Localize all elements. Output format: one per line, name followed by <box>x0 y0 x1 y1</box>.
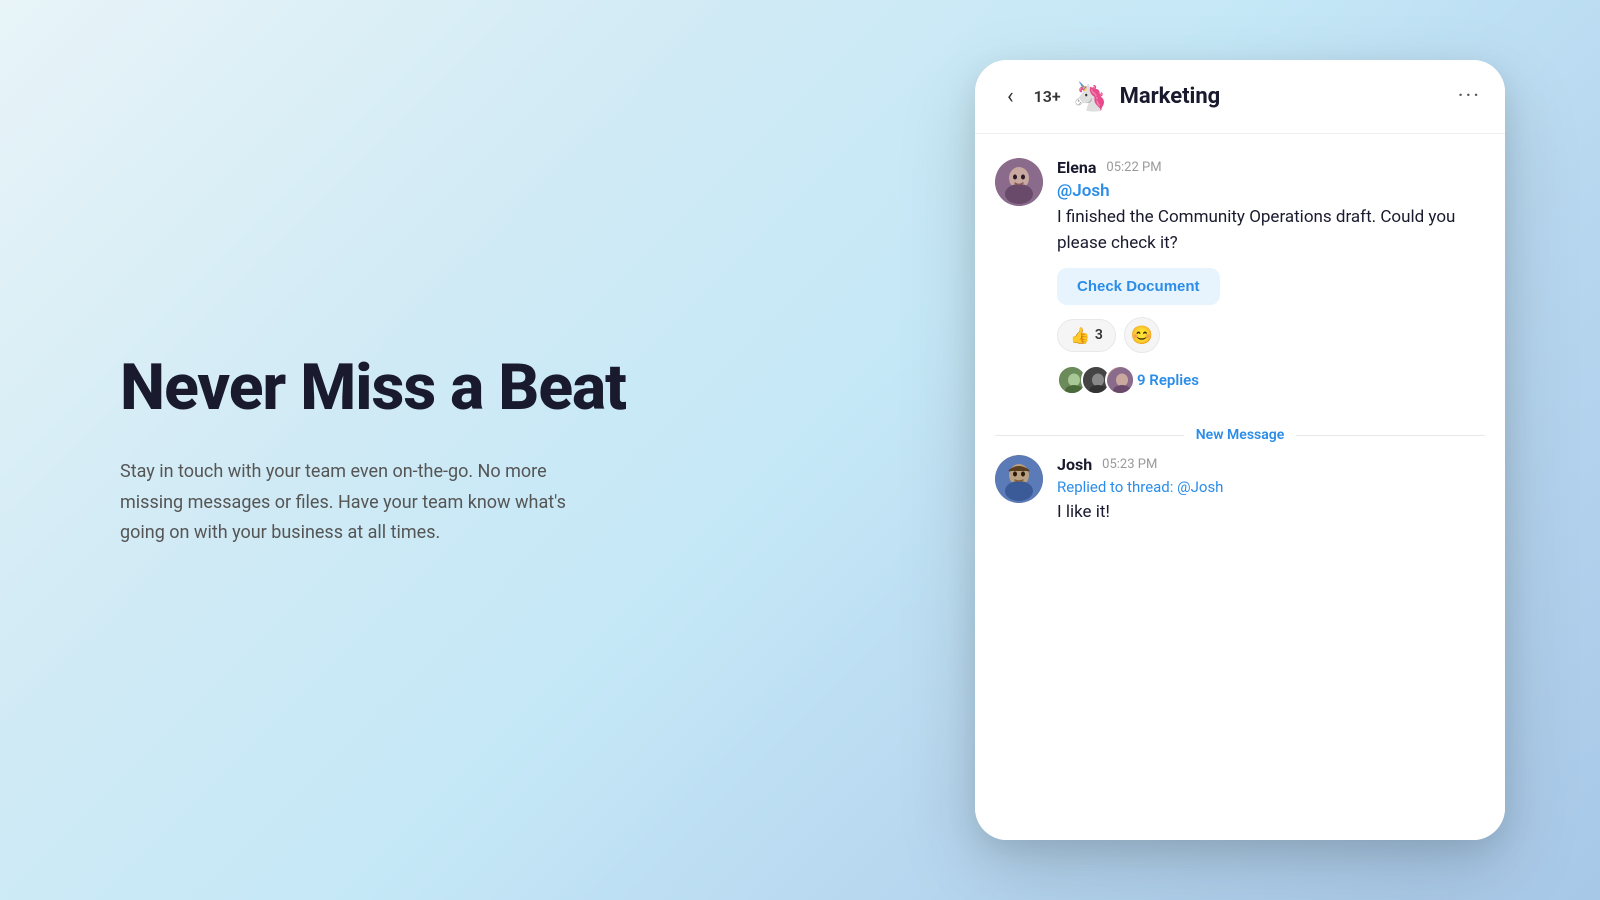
chat-body: Elena 05:22 PM @Josh I finished the Comm… <box>975 134 1505 840</box>
channel-emoji: 🦄 <box>1073 80 1108 113</box>
reply-avatar-3 <box>1105 365 1135 395</box>
josh-message-content: Josh 05:23 PM Replied to thread: @Josh I… <box>1057 455 1485 538</box>
divider-line-right <box>1296 435 1485 436</box>
message-josh: Josh 05:23 PM Replied to thread: @Josh I… <box>975 455 1505 558</box>
phone-mockup-container: ‹ 13+ 🦄 Marketing ··· <box>960 40 1520 860</box>
thumbs-up-reaction[interactable]: 👍 3 <box>1057 319 1116 352</box>
channel-name: Marketing <box>1120 84 1446 109</box>
elena-message-content: Elena 05:22 PM @Josh I finished the Comm… <box>1057 158 1485 395</box>
josh-replied-to: Replied to thread: @Josh <box>1057 478 1485 496</box>
divider-line-left <box>995 435 1184 436</box>
josh-message-meta: Josh 05:23 PM <box>1057 455 1485 474</box>
replied-to-mention: @Josh <box>1177 478 1223 496</box>
elena-mention: @Josh <box>1057 181 1485 201</box>
reaction-row: 👍 3 😊 <box>1057 317 1485 353</box>
phone-mockup: ‹ 13+ 🦄 Marketing ··· <box>975 60 1505 840</box>
add-reaction-icon: 😊 <box>1131 325 1153 346</box>
replied-to-text: Replied to thread: <box>1057 478 1173 496</box>
new-message-label: New Message <box>1196 427 1284 443</box>
replies-link[interactable]: 9 Replies <box>1137 371 1199 389</box>
avatar-elena <box>995 158 1043 206</box>
elena-timestamp: 05:22 PM <box>1106 160 1161 175</box>
chat-header: ‹ 13+ 🦄 Marketing ··· <box>975 60 1505 134</box>
hero-title: Never Miss a Beat <box>120 351 880 425</box>
message-elena: Elena 05:22 PM @Josh I finished the Comm… <box>975 158 1505 415</box>
reply-avatars <box>1057 365 1129 395</box>
avatar-josh <box>995 455 1043 503</box>
josh-sender-name: Josh <box>1057 455 1092 474</box>
josh-message-text: I like it! <box>1057 500 1485 526</box>
add-reaction-button[interactable]: 😊 <box>1124 317 1160 353</box>
elena-sender-name: Elena <box>1057 158 1096 177</box>
more-options-button[interactable]: ··· <box>1458 84 1481 109</box>
new-message-divider: New Message <box>975 419 1505 451</box>
elena-message-text: I finished the Community Operations draf… <box>1057 205 1485 256</box>
back-button[interactable]: ‹ <box>999 80 1022 113</box>
josh-timestamp: 05:23 PM <box>1102 457 1157 472</box>
reply-row: 9 Replies <box>1057 365 1485 395</box>
elena-message-meta: Elena 05:22 PM <box>1057 158 1485 177</box>
hero-subtitle: Stay in touch with your team even on-the… <box>120 457 600 549</box>
check-document-button[interactable]: Check Document <box>1057 268 1220 305</box>
reaction-count: 3 <box>1095 327 1103 343</box>
member-count: 13+ <box>1034 87 1061 106</box>
thumbs-up-emoji: 👍 <box>1070 326 1090 345</box>
